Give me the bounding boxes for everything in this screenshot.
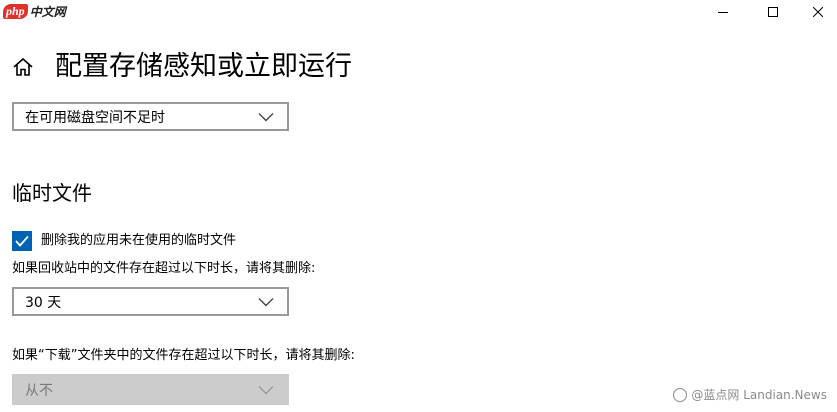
site-watermark: @蓝点网 Landian.News: [673, 386, 827, 403]
chevron-down-icon: [258, 385, 274, 394]
logo-cn: 中文网: [29, 4, 66, 19]
downloads-duration-value: 从不: [25, 382, 53, 399]
minimize-button[interactable]: [700, 0, 746, 24]
delete-unused-temp-label: 删除我的应用未在使用的临时文件: [41, 233, 237, 248]
watermark-logo: php 中文网: [3, 2, 66, 20]
landian-logo-icon: [673, 387, 688, 402]
title-bar: php 中文网: [0, 0, 837, 28]
maximize-button[interactable]: [750, 0, 796, 24]
logo-php: php: [3, 3, 28, 19]
temp-files-heading: 临时文件: [12, 181, 92, 205]
chevron-down-icon: [258, 112, 274, 121]
run-storage-sense-dropdown[interactable]: 在可用磁盘空间不足时: [12, 102, 289, 131]
home-icon: [13, 57, 33, 76]
recycle-bin-label: 如果回收站中的文件存在超过以下时长，请将其删除:: [12, 261, 316, 276]
home-button[interactable]: [12, 56, 34, 78]
site-watermark-text: @蓝点网 Landian.News: [691, 388, 827, 402]
delete-unused-temp-checkbox[interactable]: [12, 231, 32, 251]
recycle-bin-duration-dropdown[interactable]: 30 天: [12, 287, 289, 316]
downloads-duration-dropdown[interactable]: 从不: [12, 374, 289, 405]
checkmark-icon: [15, 235, 29, 247]
page-title: 配置存储感知或立即运行: [55, 51, 352, 82]
close-button[interactable]: [795, 0, 837, 24]
recycle-bin-duration-value: 30 天: [25, 294, 62, 311]
chevron-down-icon: [258, 297, 274, 306]
downloads-label: 如果“下载”文件夹中的文件存在超过以下时长，请将其删除:: [12, 348, 355, 363]
close-icon: [813, 7, 823, 17]
minimize-icon: [718, 12, 728, 13]
maximize-icon: [768, 7, 778, 17]
run-storage-sense-value: 在可用磁盘空间不足时: [25, 109, 165, 126]
